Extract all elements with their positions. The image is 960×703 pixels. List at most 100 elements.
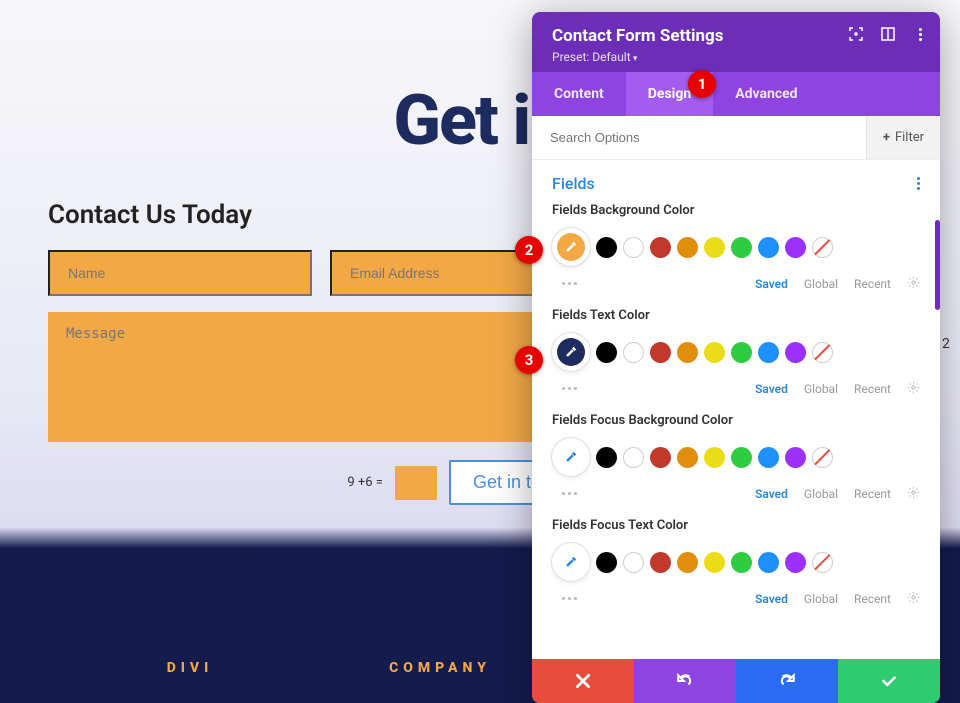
eyedropper-icon	[557, 233, 585, 261]
gear-icon[interactable]	[907, 381, 920, 397]
color-swatch[interactable]	[596, 342, 617, 363]
gear-icon[interactable]	[907, 591, 920, 607]
color-swatch[interactable]	[650, 237, 671, 258]
color-picker-button[interactable]	[552, 543, 590, 581]
color-swatch[interactable]	[731, 342, 752, 363]
color-swatch[interactable]	[785, 552, 806, 573]
message-field[interactable]	[48, 312, 594, 442]
preset-dropdown[interactable]: Preset: Default	[552, 50, 920, 64]
color-swatch[interactable]	[650, 447, 671, 468]
swatch-row	[552, 543, 920, 581]
eyedropper-icon	[557, 548, 585, 576]
color-swatch[interactable]	[650, 342, 671, 363]
color-swatch[interactable]	[758, 447, 779, 468]
scrollbar[interactable]	[935, 220, 940, 310]
section-fields[interactable]: Fields	[552, 174, 595, 193]
color-swatch[interactable]	[704, 237, 725, 258]
more-icon[interactable]	[562, 597, 577, 600]
contact-heading: Contact Us Today	[48, 200, 594, 230]
color-swatch[interactable]	[623, 552, 644, 573]
field-group-label: Fields Background Color	[552, 203, 920, 218]
filter-button[interactable]: +Filter	[866, 116, 940, 159]
panel-tabs: Content Design Advanced	[532, 72, 940, 116]
color-picker-button[interactable]	[552, 438, 590, 476]
palette-saved[interactable]: Saved	[755, 382, 788, 396]
palette-saved[interactable]: Saved	[755, 277, 788, 291]
color-swatch[interactable]	[677, 342, 698, 363]
name-field[interactable]	[48, 250, 312, 296]
palette-global[interactable]: Global	[804, 592, 838, 606]
color-swatch[interactable]	[785, 447, 806, 468]
tab-content[interactable]: Content	[532, 72, 626, 116]
redo-button[interactable]	[736, 659, 838, 703]
color-picker-button[interactable]	[552, 228, 590, 266]
color-swatch[interactable]	[731, 552, 752, 573]
kebab-icon[interactable]	[912, 26, 928, 42]
palette-global[interactable]: Global	[804, 487, 838, 501]
color-swatch-none[interactable]	[812, 447, 833, 468]
more-icon[interactable]	[562, 282, 577, 285]
color-swatch[interactable]	[677, 552, 698, 573]
more-icon[interactable]	[562, 387, 577, 390]
palette-recent[interactable]: Recent	[854, 382, 891, 396]
color-swatch[interactable]	[623, 447, 644, 468]
palette-global[interactable]: Global	[804, 277, 838, 291]
callout-1: 1	[688, 70, 716, 98]
field-group: Fields Text Color Saved Global Recent	[552, 308, 920, 397]
color-swatch-none[interactable]	[812, 237, 833, 258]
save-button[interactable]	[838, 659, 940, 703]
color-swatch[interactable]	[596, 552, 617, 573]
color-swatch[interactable]	[731, 447, 752, 468]
palette-links: Saved Global Recent	[755, 276, 920, 292]
color-swatch[interactable]	[758, 342, 779, 363]
palette-saved[interactable]: Saved	[755, 487, 788, 501]
palette-global[interactable]: Global	[804, 382, 838, 396]
color-swatch[interactable]	[758, 237, 779, 258]
search-bar: +Filter	[532, 116, 940, 160]
contact-form: Contact Us Today 9 +6 = Get in touch	[48, 200, 594, 505]
hidden-number: 2	[942, 336, 950, 352]
palette-recent[interactable]: Recent	[854, 487, 891, 501]
color-swatch[interactable]	[677, 237, 698, 258]
columns-icon[interactable]	[880, 26, 896, 42]
color-swatch[interactable]	[731, 237, 752, 258]
color-swatch[interactable]	[596, 237, 617, 258]
callout-2: 2	[515, 236, 543, 264]
palette-recent[interactable]: Recent	[854, 592, 891, 606]
color-swatch[interactable]	[704, 447, 725, 468]
more-icon[interactable]	[562, 492, 577, 495]
undo-button[interactable]	[634, 659, 736, 703]
focus-icon[interactable]	[848, 26, 864, 42]
color-swatch[interactable]	[650, 552, 671, 573]
color-swatch[interactable]	[677, 447, 698, 468]
tab-advanced[interactable]: Advanced	[713, 72, 819, 116]
swatch-row	[552, 438, 920, 476]
swatch-row	[552, 333, 920, 371]
color-swatch[interactable]	[785, 342, 806, 363]
palette-saved[interactable]: Saved	[755, 592, 788, 606]
field-group-label: Fields Text Color	[552, 308, 920, 323]
callout-3: 3	[515, 346, 543, 374]
gear-icon[interactable]	[907, 486, 920, 502]
color-swatch[interactable]	[596, 447, 617, 468]
palette-recent[interactable]: Recent	[854, 277, 891, 291]
palette-links: Saved Global Recent	[755, 486, 920, 502]
gear-icon[interactable]	[907, 276, 920, 292]
color-swatch-none[interactable]	[812, 342, 833, 363]
color-picker-button[interactable]	[552, 333, 590, 371]
panel-header: Contact Form Settings Preset: Default	[532, 12, 940, 72]
color-swatch[interactable]	[704, 552, 725, 573]
captcha-input[interactable]	[395, 466, 437, 500]
close-button[interactable]	[532, 659, 634, 703]
palette-links: Saved Global Recent	[755, 381, 920, 397]
search-input[interactable]	[532, 116, 866, 159]
section-menu-icon[interactable]	[917, 177, 920, 190]
settings-panel: Contact Form Settings Preset: Default Co…	[532, 12, 940, 703]
color-swatch[interactable]	[758, 552, 779, 573]
color-swatch[interactable]	[623, 342, 644, 363]
color-swatch[interactable]	[785, 237, 806, 258]
swatch-row	[552, 228, 920, 266]
color-swatch[interactable]	[704, 342, 725, 363]
color-swatch[interactable]	[623, 237, 644, 258]
color-swatch-none[interactable]	[812, 552, 833, 573]
